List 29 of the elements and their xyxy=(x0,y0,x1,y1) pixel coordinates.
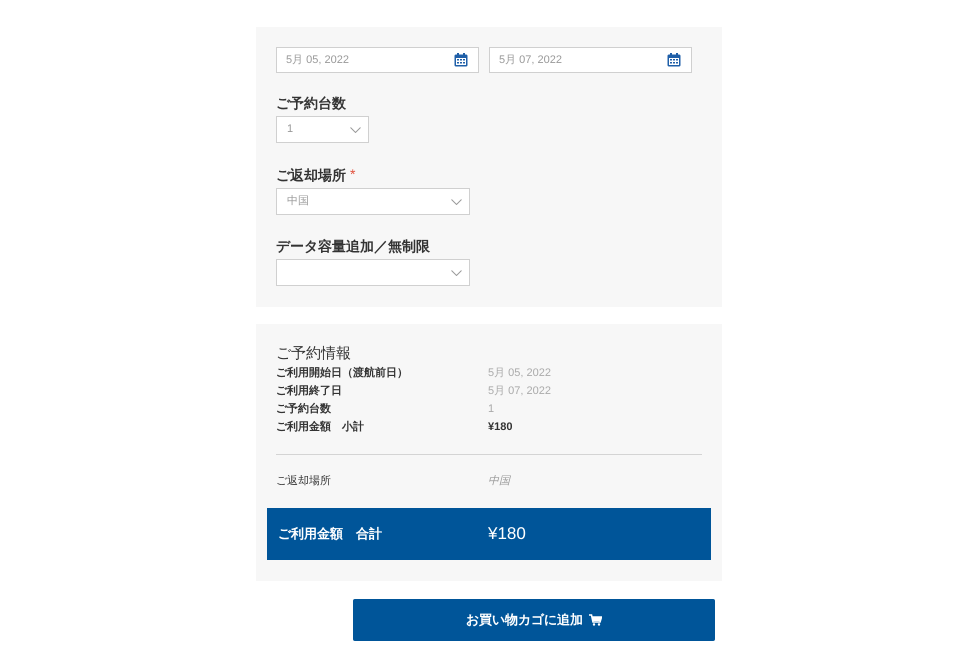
summary-value: ¥180 xyxy=(488,420,512,435)
date-field[interactable]: 5月 05, 2022 xyxy=(276,47,479,73)
summary-label: ご利用終了日 xyxy=(276,384,343,399)
return-location-value: 中国 xyxy=(488,474,510,489)
field-label: ご返却場所 xyxy=(276,166,346,184)
date-field[interactable]: 5月 07, 2022 xyxy=(489,47,692,73)
total-value: ¥180 xyxy=(488,523,526,546)
chevron-down-icon xyxy=(451,198,462,204)
dropdown[interactable]: 1 xyxy=(276,116,369,143)
field-label: ご予約台数 xyxy=(276,94,346,113)
required-mark: * xyxy=(350,165,356,184)
summary-title: ご予約情報 xyxy=(276,344,352,364)
summary-value: 5月 05, 2022 xyxy=(488,366,551,381)
summary-value: 1 xyxy=(488,402,494,417)
summary-label: ご予約台数 xyxy=(276,402,332,417)
summary-label: ご利用金額 小計 xyxy=(276,420,365,435)
cart-icon xyxy=(589,614,602,626)
add-to-cart-button[interactable]: お買い物カゴに追加 xyxy=(353,599,715,641)
dropdown[interactable] xyxy=(276,259,470,286)
summary-value: 5月 07, 2022 xyxy=(488,384,551,399)
chevron-down-icon xyxy=(350,126,361,132)
calendar-icon xyxy=(667,53,681,67)
total-label: ご利用金額 合計 xyxy=(278,525,383,544)
field-label: データ容量追加／無制限 xyxy=(276,237,430,256)
chevron-down-icon xyxy=(451,270,462,276)
summary-label: ご利用開始日（渡航前日） xyxy=(276,366,409,381)
dropdown[interactable]: 中国 xyxy=(276,188,470,215)
return-location-label: ご返却場所 xyxy=(276,474,332,489)
calendar-icon xyxy=(454,53,468,67)
